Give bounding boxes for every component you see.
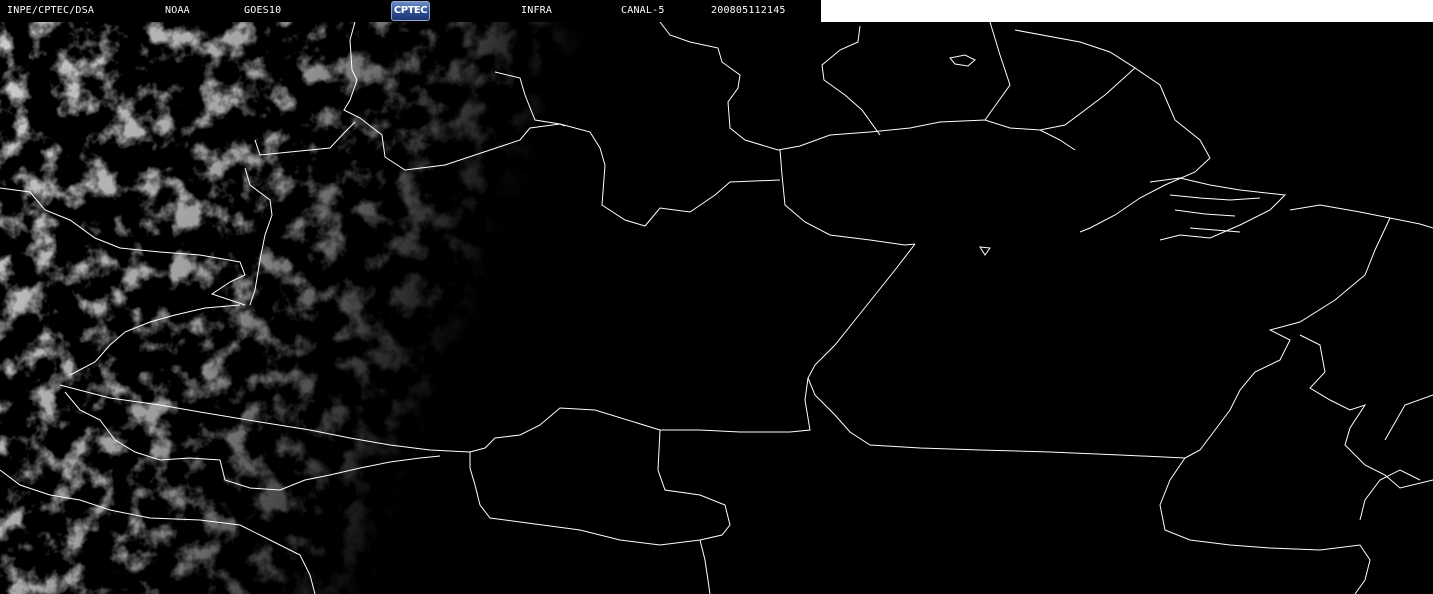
cloud-layer	[0, 22, 620, 594]
satellite-label: GOES10	[244, 5, 282, 16]
timestamp-label: 200805112145	[711, 5, 786, 16]
cptec-logo: CPTEC	[391, 1, 430, 21]
source-label: INPE/CPTEC/DSA	[7, 5, 95, 16]
header-blank-area	[821, 0, 1433, 22]
image-header: INPE/CPTEC/DSA NOAA GOES10 CPTEC INFRA C…	[0, 0, 821, 22]
satellite-map	[0, 22, 1433, 594]
channel-label: CANAL-5	[621, 5, 665, 16]
agency-label: NOAA	[165, 5, 190, 16]
band-label: INFRA	[521, 5, 553, 16]
